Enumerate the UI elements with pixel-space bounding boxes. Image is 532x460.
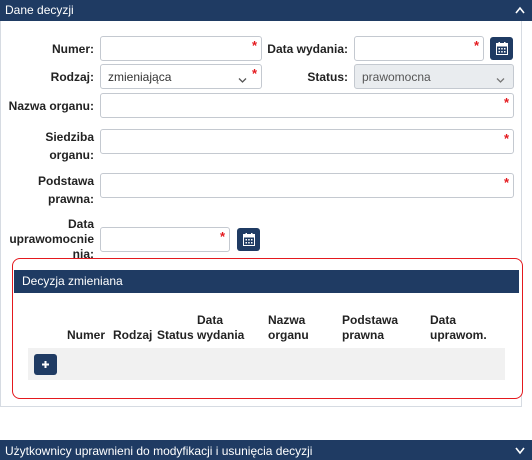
panel-left-border	[0, 21, 1, 407]
column-header-data-uprawom: Data uprawom.	[430, 313, 487, 342]
column-header-podstawa-prawna: Podstawa prawna	[342, 313, 399, 342]
required-marker: *	[503, 95, 509, 110]
data-uprawomocnienia-calendar-button[interactable]	[237, 228, 260, 251]
numer-input[interactable]: *	[100, 36, 262, 61]
rodzaj-value: zmieniająca	[108, 70, 172, 84]
column-header-rodzaj: Rodzaj	[113, 328, 153, 342]
required-marker: *	[473, 38, 479, 53]
siedziba-organu-label: Siedziba organu:	[45, 130, 94, 162]
section-title: Użytkownicy uprawnieni do modyfikacji i …	[5, 444, 313, 458]
data-uprawomocnienia-label: Data uprawomocnie nia:	[9, 217, 94, 261]
podstawa-prawna-label: Podstawa prawna:	[37, 174, 94, 206]
column-header-data-wydania: Data wydania	[197, 313, 245, 342]
section-header-dane-decyzji[interactable]: Dane decyzji	[0, 0, 532, 21]
panel-bottom-border	[0, 406, 522, 407]
calendar-icon	[243, 233, 255, 246]
required-marker: *	[251, 38, 257, 53]
chevron-down-icon	[496, 73, 505, 87]
rodzaj-select[interactable]: zmieniająca *	[100, 64, 262, 89]
nazwa-organu-label: Nazwa organu:	[8, 99, 94, 113]
status-value: prawomocna	[362, 70, 431, 84]
chevron-up-icon[interactable]	[514, 0, 526, 21]
numer-label: Numer:	[51, 42, 94, 56]
chevron-down-icon[interactable]	[514, 440, 526, 460]
rodzaj-label: Rodzaj:	[50, 70, 94, 84]
add-row-button[interactable]	[34, 354, 57, 375]
required-marker: *	[219, 229, 225, 244]
status-label: Status:	[307, 70, 348, 84]
podstawa-prawna-input[interactable]: *	[100, 173, 514, 198]
decyzja-zmieniana-header: Decyzja zmieniana	[14, 270, 519, 293]
plus-icon	[42, 361, 49, 368]
required-marker: *	[251, 66, 257, 81]
status-select: prawomocna	[354, 64, 514, 89]
nazwa-organu-input[interactable]: *	[100, 93, 514, 118]
section-title: Dane decyzji	[5, 3, 74, 17]
data-wydania-label: Data wydania:	[267, 42, 348, 56]
table-action-row	[28, 348, 505, 380]
section-header-uzytkownicy[interactable]: Użytkownicy uprawnieni do modyfikacji i …	[0, 440, 532, 460]
column-header-numer: Numer	[67, 328, 106, 342]
data-uprawomocnienia-input[interactable]: *	[100, 227, 230, 252]
chevron-down-icon	[238, 73, 247, 87]
calendar-icon	[496, 42, 508, 55]
data-wydania-input[interactable]: *	[354, 36, 484, 61]
siedziba-organu-input[interactable]: *	[100, 129, 514, 154]
data-wydania-calendar-button[interactable]	[490, 37, 513, 60]
required-marker: *	[503, 131, 509, 146]
required-marker: *	[503, 175, 509, 190]
column-header-status: Status	[157, 328, 194, 342]
column-header-nazwa-organu: Nazwa organu	[268, 313, 309, 342]
